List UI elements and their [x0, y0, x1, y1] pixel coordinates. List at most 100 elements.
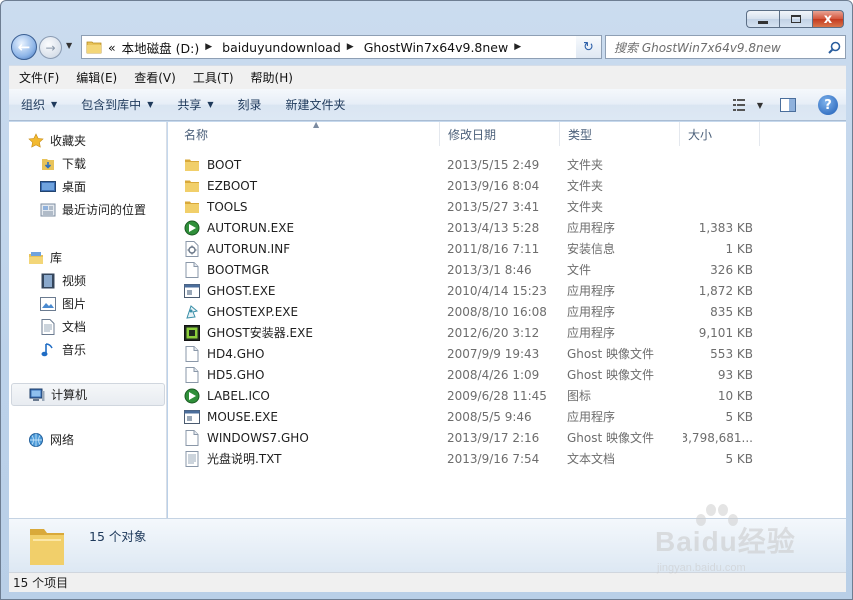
back-button[interactable]: ← — [11, 34, 37, 60]
column-header-date[interactable]: 修改日期 — [440, 122, 560, 146]
search-box[interactable]: 搜索 GhostWin7x64v9.8new — [605, 35, 846, 59]
network-icon — [27, 432, 45, 448]
sidebar-item-music[interactable]: 音乐 — [39, 341, 86, 358]
change-view-button[interactable]: ▼ — [728, 94, 768, 116]
sidebar-item-pictures[interactable]: 图片 — [39, 295, 86, 312]
file-row[interactable]: HD4.GHO 2007/9/9 19:43 Ghost 映像文件 553 KB — [168, 343, 846, 364]
file-name-cell[interactable]: 光盘说明.TXT — [184, 448, 439, 469]
file-name-cell[interactable]: GHOSTEXP.EXE — [184, 301, 439, 322]
file-row[interactable]: LABEL.ICO 2009/6/28 11:45 图标 10 KB — [168, 385, 846, 406]
file-name-cell[interactable]: AUTORUN.INF — [184, 238, 439, 259]
file-row[interactable]: EZBOOT 2013/9/16 8:04 文件夹 — [168, 175, 846, 196]
sidebar-item-network[interactable]: 网络 — [27, 431, 74, 448]
file-row[interactable]: TOOLS 2013/5/27 3:41 文件夹 — [168, 196, 846, 217]
file-name-cell[interactable]: WINDOWS7.GHO — [184, 427, 439, 448]
file-row[interactable]: GHOST.EXE 2010/4/14 15:23 应用程序 1,872 KB — [168, 280, 846, 301]
address-bar[interactable]: « 本地磁盘 (D:) ▶ baiduyundownload ▶ GhostWi… — [81, 35, 595, 59]
item-count: 15 个对象 — [89, 529, 147, 544]
file-date: 2013/5/27 3:41 — [447, 199, 540, 214]
share-button[interactable]: 共享 ▼ — [177, 96, 213, 113]
preview-pane-button[interactable] — [768, 94, 808, 116]
close-icon: x — [823, 11, 833, 27]
file-row[interactable]: MOUSE.EXE 2008/5/5 9:46 应用程序 5 KB — [168, 406, 846, 427]
menu-help[interactable]: 帮助(H) — [245, 69, 299, 86]
sidebar-item-downloads[interactable]: 下载 — [39, 155, 86, 172]
file-row[interactable]: GHOST安装器.EXE 2012/6/20 3:12 应用程序 9,101 KB — [168, 322, 846, 343]
sidebar-item-favorites[interactable]: 收藏夹 — [27, 132, 86, 149]
file-row[interactable]: AUTORUN.EXE 2013/4/13 5:28 应用程序 1,383 KB — [168, 217, 846, 238]
sidebar-item-libraries[interactable]: 库 — [27, 249, 62, 266]
minimize-button[interactable] — [746, 10, 779, 28]
chevron-right-icon[interactable]: ▶ — [205, 42, 212, 52]
recent-pages-dropdown[interactable]: ▼ — [66, 41, 72, 50]
file-row[interactable]: 光盘说明.TXT 2013/9/16 7:54 文本文档 5 KB — [168, 448, 846, 469]
file-name-cell[interactable]: AUTORUN.EXE — [184, 217, 439, 238]
sidebar-item-documents[interactable]: 文档 — [39, 318, 86, 335]
column-header-type[interactable]: 类型 — [560, 122, 680, 146]
file-row[interactable]: WINDOWS7.GHO 2013/9/17 2:16 Ghost 映像文件 3,79… — [168, 427, 846, 448]
star-icon — [27, 132, 45, 149]
chevron-right-icon[interactable]: ▶ — [514, 42, 521, 52]
file-row[interactable]: AUTORUN.INF 2011/8/16 7:11 安装信息 1 KB — [168, 238, 846, 259]
maximize-button[interactable] — [779, 10, 812, 28]
menu-file[interactable]: 文件(F) — [13, 69, 65, 86]
file-name-cell[interactable]: LABEL.ICO — [184, 385, 439, 406]
file-type: 安装信息 — [567, 242, 616, 256]
menu-edit[interactable]: 编辑(E) — [70, 69, 123, 86]
sidebar-item-recent-places[interactable]: 最近访问的位置 — [39, 201, 146, 218]
file-row[interactable]: HD5.GHO 2008/4/26 1:09 Ghost 映像文件 93 KB — [168, 364, 846, 385]
help-button[interactable]: ? — [818, 95, 838, 115]
organize-button[interactable]: 组织 ▼ — [21, 96, 57, 113]
file-name-cell[interactable]: BOOT — [184, 154, 439, 175]
include-in-library-button[interactable]: 包含到库中 ▼ — [81, 96, 153, 113]
dropdown-arrow-icon: ▼ — [51, 100, 58, 109]
file-name-cell[interactable]: HD5.GHO — [184, 364, 439, 385]
close-button[interactable]: x — [812, 10, 844, 28]
menu-view[interactable]: 查看(V) — [128, 69, 182, 86]
chevron-right-icon[interactable]: ▶ — [347, 42, 354, 52]
file-name: HD4.GHO — [207, 346, 265, 361]
file-name-cell[interactable]: GHOST安装器.EXE — [184, 322, 439, 343]
forward-button[interactable]: → — [39, 36, 62, 59]
downloads-folder-icon — [39, 156, 57, 172]
file-type: 文件夹 — [567, 158, 604, 172]
file-name-cell[interactable]: GHOST.EXE — [184, 280, 439, 301]
sidebar-item-computer[interactable]: 计算机 — [11, 383, 165, 406]
search-input[interactable]: 搜索 GhostWin7x64v9.8new — [614, 39, 823, 56]
menu-bar: 文件(F) 编辑(E) 查看(V) 工具(T) 帮助(H) — [9, 65, 846, 89]
file-name-cell[interactable]: TOOLS — [184, 196, 439, 217]
search-icon[interactable] — [823, 41, 845, 54]
command-bar: 组织 ▼ 包含到库中 ▼ 共享 ▼ 刻录 新建文件夹 ▼ ? — [9, 89, 846, 121]
file-name-cell[interactable]: HD4.GHO — [184, 343, 439, 364]
file-row[interactable]: BOOTMGR 2013/3/1 8:46 文件 326 KB — [168, 259, 846, 280]
file-date: 2013/5/15 2:49 — [447, 157, 540, 172]
file-name-cell[interactable]: BOOTMGR — [184, 259, 439, 280]
sidebar-item-desktop[interactable]: 桌面 — [39, 178, 86, 195]
file-date: 2013/9/17 2:16 — [447, 430, 540, 445]
file-name-cell[interactable]: MOUSE.EXE — [184, 406, 439, 427]
sidebar-item-videos[interactable]: 视频 — [39, 272, 86, 289]
column-header-name[interactable]: 名称 ▲ — [176, 120, 440, 146]
burn-button[interactable]: 刻录 — [238, 96, 262, 113]
sidebar-item-label: 网络 — [50, 433, 75, 447]
ghost-explorer-icon — [184, 304, 200, 320]
menu-tools[interactable]: 工具(T) — [187, 69, 240, 86]
breadcrumb-folder[interactable]: baiduyundownload — [222, 40, 341, 55]
refresh-button[interactable]: ↻ — [576, 35, 602, 59]
file-row[interactable]: GHOSTEXP.EXE 2008/8/10 16:08 应用程序 835 KB — [168, 301, 846, 322]
file-size: 5 KB — [725, 409, 753, 424]
sidebar-item-label: 文档 — [62, 320, 87, 334]
file-size — [683, 154, 753, 175]
file-type: Ghost 映像文件 — [567, 347, 655, 361]
breadcrumb-drive[interactable]: 本地磁盘 (D:) — [122, 38, 200, 57]
new-folder-button[interactable]: 新建文件夹 — [286, 96, 346, 113]
file-name: BOOTMGR — [207, 262, 270, 277]
breadcrumb-overflow[interactable]: « — [108, 40, 116, 55]
folder-icon — [184, 199, 200, 215]
column-header-size[interactable]: 大小 — [680, 122, 760, 146]
details-view-icon — [732, 99, 745, 111]
file-row[interactable]: BOOT 2013/5/15 2:49 文件夹 — [168, 154, 846, 175]
file-date: 2010/4/14 15:23 — [447, 283, 547, 298]
file-name-cell[interactable]: EZBOOT — [184, 175, 439, 196]
breadcrumb-current[interactable]: GhostWin7x64v9.8new — [364, 40, 509, 55]
